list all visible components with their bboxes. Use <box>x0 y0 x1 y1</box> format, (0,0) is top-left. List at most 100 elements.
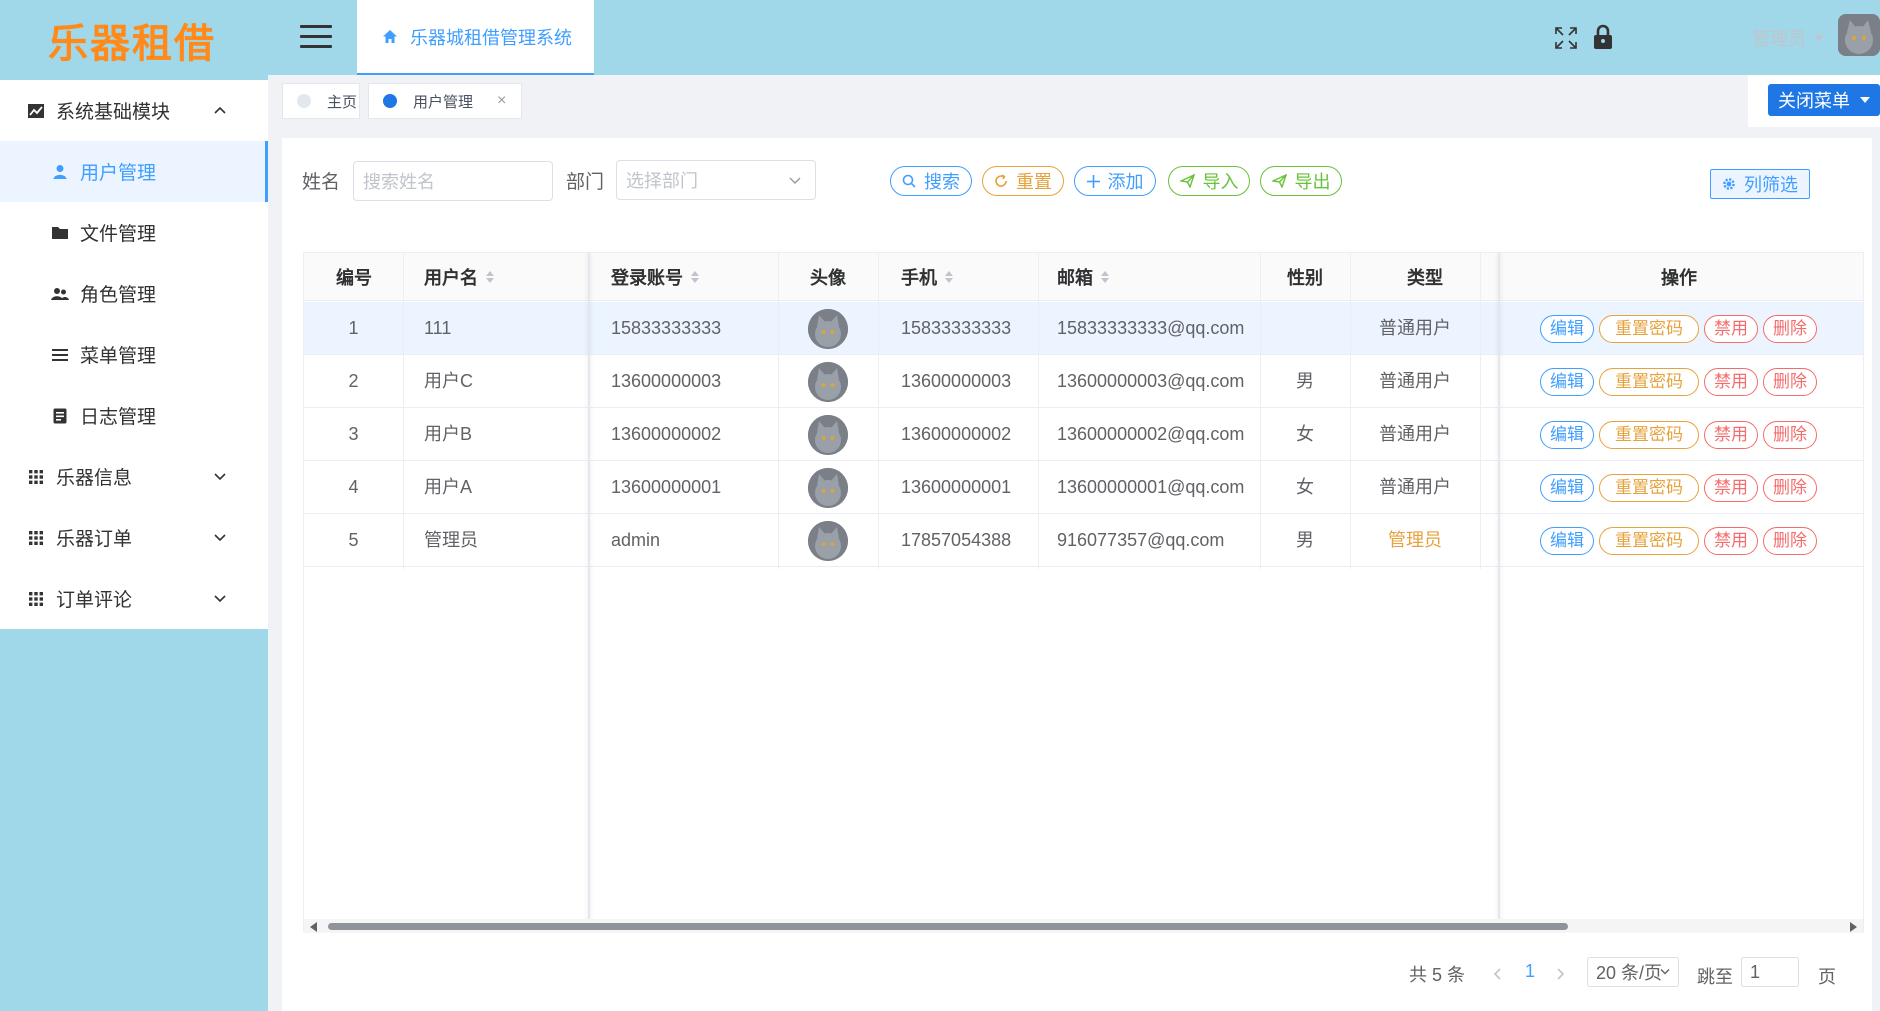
cell-actions: 编辑 重置密码 禁用 删除 <box>1540 461 1860 514</box>
user-avatar[interactable] <box>1838 14 1880 56</box>
reset-button[interactable]: 重置 <box>982 166 1064 196</box>
close-menu-button[interactable]: 关闭菜单 <box>1768 84 1880 116</box>
sidebar-item-role-management[interactable]: 角色管理 <box>0 263 268 324</box>
sidebar-item-label: 日志管理 <box>80 407 157 428</box>
sidebar-item-label: 系统基础模块 <box>56 102 171 123</box>
reset-password-button[interactable]: 重置密码 <box>1599 473 1699 502</box>
table-row[interactable]: 5 管理员 admin 17857054388 916077357@qq.com 男 管理员… <box>304 514 1863 567</box>
page-size-select[interactable]: 20 条/页 <box>1587 957 1679 987</box>
sort-icon[interactable] <box>691 271 699 283</box>
table-row[interactable]: 1 111 15833333333 15833333333 15833333333@qq… <box>304 302 1863 355</box>
delete-button[interactable]: 删除 <box>1763 420 1817 449</box>
dept-select[interactable]: 选择部门 <box>616 160 816 200</box>
close-menu-label: 关闭菜单 <box>1778 91 1850 111</box>
app-logo: 乐器租借 <box>48 21 216 67</box>
pagination-total: 共 5 条 <box>1409 965 1466 985</box>
system-tab[interactable]: 乐器城租借管理系统 <box>357 0 594 75</box>
sidebar-item-instrument-info[interactable]: 乐器信息 <box>0 446 268 507</box>
close-icon[interactable]: × <box>497 92 506 110</box>
col-header-username[interactable]: 用户名 <box>424 253 604 301</box>
caret-down-icon <box>1860 97 1870 103</box>
table-row[interactable]: 3 用户B 13600000002 13600000002 13600000002@qq… <box>304 408 1863 461</box>
search-button[interactable]: 搜索 <box>890 166 972 196</box>
delete-button[interactable]: 删除 <box>1763 473 1817 502</box>
next-page-icon[interactable] <box>1555 967 1565 981</box>
avatar[interactable] <box>808 414 848 455</box>
disable-button[interactable]: 禁用 <box>1704 420 1758 449</box>
dept-filter-label: 部门 <box>566 172 605 193</box>
scroll-left-arrow-icon[interactable] <box>310 922 317 932</box>
cell-phone: 13600000003 <box>901 371 1012 391</box>
col-header-type: 类型 <box>1407 268 1443 288</box>
sidebar-item-menu-management[interactable]: 菜单管理 <box>0 324 268 385</box>
scrollbar-thumb[interactable] <box>328 923 1568 930</box>
pagination-page-1[interactable]: 1 <box>1525 961 1535 982</box>
edit-button[interactable]: 编辑 <box>1540 420 1594 449</box>
edit-button[interactable]: 编辑 <box>1540 314 1594 343</box>
send-icon <box>1179 174 1195 188</box>
cell-gender: 女 <box>1296 477 1314 497</box>
add-button[interactable]: 添加 <box>1074 166 1156 196</box>
export-button[interactable]: 导出 <box>1260 166 1342 196</box>
sidebar-item-log-management[interactable]: 日志管理 <box>0 385 268 446</box>
sort-icon[interactable] <box>1101 271 1109 283</box>
avatar[interactable] <box>808 467 848 508</box>
horizontal-scrollbar[interactable] <box>304 919 1863 933</box>
disable-button[interactable]: 禁用 <box>1704 367 1758 396</box>
tag-home[interactable]: 主页 <box>282 83 360 119</box>
goto-page-input[interactable]: 1 <box>1741 957 1799 987</box>
caret-down-icon[interactable] <box>1814 35 1824 41</box>
home-icon <box>383 30 397 43</box>
disable-button[interactable]: 禁用 <box>1704 473 1758 502</box>
lock-icon[interactable] <box>1592 24 1614 50</box>
cell-username: 111 <box>424 318 452 338</box>
edit-button[interactable]: 编辑 <box>1540 526 1594 555</box>
sidebar-item-system-base[interactable]: 系统基础模块 <box>0 80 268 141</box>
chevron-down-icon <box>214 473 226 481</box>
chevron-up-icon <box>214 106 226 114</box>
page-size-value: 20 条/页 <box>1596 963 1663 983</box>
delete-button[interactable]: 删除 <box>1763 314 1817 343</box>
edit-button[interactable]: 编辑 <box>1540 473 1594 502</box>
delete-button[interactable]: 删除 <box>1763 367 1817 396</box>
avatar[interactable] <box>808 361 848 402</box>
edit-button[interactable]: 编辑 <box>1540 367 1594 396</box>
current-user-name[interactable]: 管理员 <box>1752 25 1806 51</box>
table-row[interactable]: 4 用户A 13600000001 13600000001 13600000001@qq… <box>304 461 1863 514</box>
sort-icon[interactable] <box>945 271 953 283</box>
import-button[interactable]: 导入 <box>1168 166 1250 196</box>
sidebar-item-order-comments[interactable]: 订单评论 <box>0 568 268 629</box>
sidebar-item-instrument-orders[interactable]: 乐器订单 <box>0 507 268 568</box>
col-header-avatar: 头像 <box>810 268 846 288</box>
sort-icon[interactable] <box>486 271 494 283</box>
prev-page-icon[interactable] <box>1493 967 1503 981</box>
close-menu-container: 关闭菜单 <box>1748 75 1880 127</box>
disable-button[interactable]: 禁用 <box>1704 314 1758 343</box>
reset-password-button[interactable]: 重置密码 <box>1599 367 1699 396</box>
col-header-email[interactable]: 邮箱 <box>1057 253 1237 301</box>
folder-icon <box>50 223 70 243</box>
sidebar-item-file-management[interactable]: 文件管理 <box>0 202 268 263</box>
cell-id: 4 <box>348 477 359 497</box>
fullscreen-icon[interactable] <box>1554 26 1578 50</box>
avatar[interactable] <box>808 520 848 561</box>
log-icon <box>50 406 70 426</box>
reset-password-button[interactable]: 重置密码 <box>1599 526 1699 555</box>
reset-password-button[interactable]: 重置密码 <box>1599 420 1699 449</box>
hamburger-menu-icon[interactable] <box>300 25 332 49</box>
col-header-account[interactable]: 登录账号 <box>611 253 791 301</box>
avatar[interactable] <box>808 308 848 349</box>
name-search-input[interactable]: 搜索姓名 <box>353 161 553 201</box>
scroll-right-arrow-icon[interactable] <box>1850 922 1857 932</box>
reset-password-button[interactable]: 重置密码 <box>1599 314 1699 343</box>
table-row[interactable]: 2 用户C 13600000003 13600000003 13600000003@qq… <box>304 355 1863 408</box>
col-header-phone[interactable]: 手机 <box>901 253 1051 301</box>
delete-button[interactable]: 删除 <box>1763 526 1817 555</box>
grid-icon <box>26 589 46 609</box>
cell-account: admin <box>611 530 661 550</box>
column-filter-button[interactable]: 列筛选 <box>1710 169 1810 199</box>
sidebar-item-user-management[interactable]: 用户管理 <box>0 141 268 202</box>
disable-button[interactable]: 禁用 <box>1704 526 1758 555</box>
tag-user-management[interactable]: 用户管理 × <box>368 83 522 119</box>
sidebar-item-label: 菜单管理 <box>80 346 157 367</box>
